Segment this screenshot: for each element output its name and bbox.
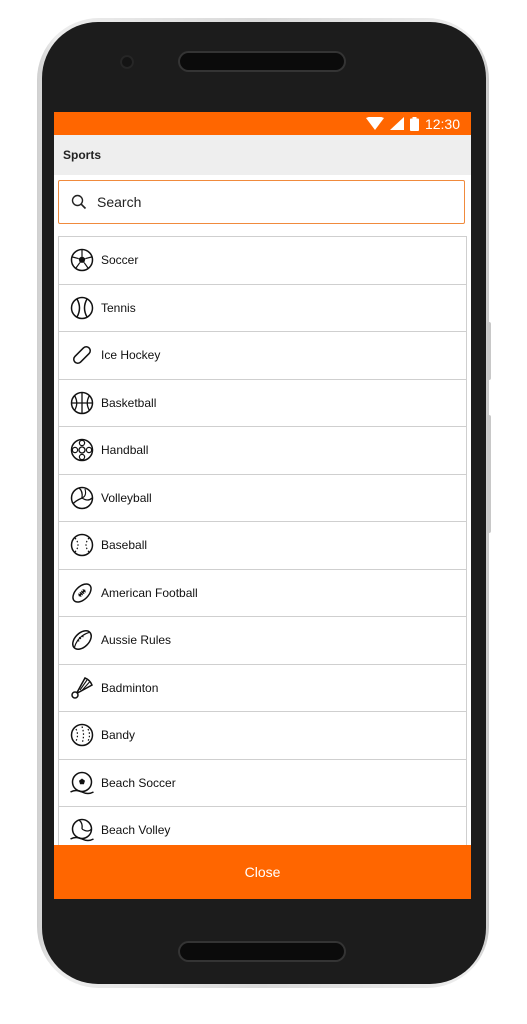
american-football-icon <box>70 581 94 605</box>
beach-soccer-icon <box>70 771 94 795</box>
search-box[interactable] <box>58 180 465 224</box>
list-item-basketball[interactable]: Basketball <box>59 379 466 427</box>
list-item-beach-soccer[interactable]: Beach Soccer <box>59 759 466 807</box>
list-item-label: Basketball <box>101 395 157 410</box>
sports-list[interactable]: Soccer Tennis Ice Hockey Basketball Hand… <box>58 236 467 845</box>
beach-volley-icon <box>70 818 94 842</box>
clock-time: 12:30 <box>424 115 460 132</box>
list-item-american-football[interactable]: American Football <box>59 569 466 617</box>
baseball-icon <box>70 533 94 557</box>
cell-signal-icon <box>389 117 404 130</box>
list-item-label: Soccer <box>101 253 139 268</box>
list-item-baseball[interactable]: Baseball <box>59 522 466 570</box>
soccer-ball-icon <box>70 248 94 272</box>
close-button[interactable]: Close <box>54 845 471 899</box>
top-speaker <box>180 53 344 70</box>
status-bar: 12:30 <box>54 112 471 135</box>
list-item-label: Volleyball <box>101 490 152 505</box>
list-item-label: Aussie Rules <box>101 633 172 648</box>
close-button-label: Close <box>244 864 281 880</box>
power-button <box>487 415 491 533</box>
tennis-ball-icon <box>70 296 94 320</box>
list-item-soccer[interactable]: Soccer <box>59 237 466 285</box>
list-item-label: Beach Volley <box>101 823 171 838</box>
aussie-rules-ball-icon <box>70 628 94 652</box>
front-camera <box>120 55 134 69</box>
list-item-label: Badminton <box>101 680 159 695</box>
list-item-beach-volley[interactable]: Beach Volley <box>59 807 466 845</box>
wifi-icon <box>365 117 384 130</box>
bandy-ball-icon <box>70 723 94 747</box>
list-item-label: Ice Hockey <box>101 348 161 363</box>
list-item-handball[interactable]: Handball <box>59 427 466 475</box>
app-bar: Sports <box>54 135 471 175</box>
list-item-label: Tennis <box>101 300 136 315</box>
volume-button <box>487 322 491 380</box>
list-item-tennis[interactable]: Tennis <box>59 284 466 332</box>
basketball-icon <box>70 391 94 415</box>
list-item-volleyball[interactable]: Volleyball <box>59 474 466 522</box>
screen: 12:30 Sports Soccer Tennis <box>54 112 471 899</box>
battery-icon <box>409 116 419 131</box>
bottom-speaker <box>180 943 344 960</box>
handball-icon <box>70 438 94 462</box>
list-item-bandy[interactable]: Bandy <box>59 712 466 760</box>
volleyball-icon <box>70 486 94 510</box>
hockey-puck-icon <box>70 343 94 367</box>
list-item-label: Handball <box>101 443 149 458</box>
list-item-label: Baseball <box>101 538 148 553</box>
shuttlecock-icon <box>70 676 94 700</box>
list-item-label: Bandy <box>101 728 136 743</box>
list-item-aussie-rules[interactable]: Aussie Rules <box>59 617 466 665</box>
page-title: Sports <box>63 148 102 162</box>
list-item-ice-hockey[interactable]: Ice Hockey <box>59 332 466 380</box>
search-input[interactable] <box>97 194 427 210</box>
list-item-badminton[interactable]: Badminton <box>59 664 466 712</box>
search-icon <box>71 194 87 210</box>
list-item-label: American Football <box>101 585 198 600</box>
list-item-label: Beach Soccer <box>101 775 176 790</box>
